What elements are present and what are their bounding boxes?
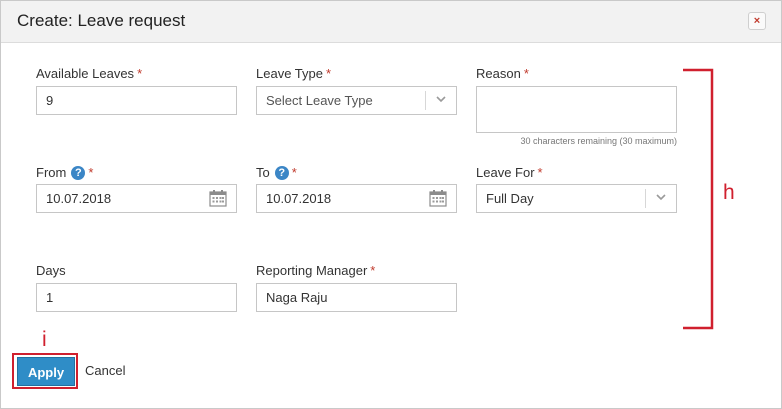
reporting-manager-value: Naga Raju	[266, 290, 328, 305]
reason-textarea[interactable]	[476, 86, 677, 133]
calendar-icon[interactable]	[209, 190, 227, 207]
callout-label-h: h	[723, 181, 735, 204]
available-leaves-value: 9	[46, 93, 54, 108]
required-marker: *	[88, 165, 94, 180]
reason-label-text: Reason	[476, 66, 521, 81]
apply-button[interactable]: Apply	[17, 357, 75, 386]
dialog-title: Create: Leave request	[17, 11, 186, 30]
required-marker: *	[137, 66, 143, 81]
available-leaves-label: Available Leaves *	[36, 66, 142, 81]
reason-label: Reason *	[476, 66, 529, 81]
select-divider	[425, 91, 426, 110]
chevron-down-icon	[436, 96, 446, 103]
reason-char-counter: 30 characters remaining (30 maximum)	[520, 136, 677, 146]
annotation-bracket	[683, 68, 714, 330]
close-icon: ×	[753, 15, 761, 27]
days-label: Days	[36, 263, 66, 278]
leave-for-select[interactable]: Full Day	[476, 184, 677, 213]
leave-for-label: Leave For *	[476, 165, 543, 180]
to-date-value: 10.07.2018	[266, 191, 332, 206]
select-divider	[645, 189, 646, 208]
to-label: To? *	[256, 165, 297, 180]
required-marker: *	[523, 66, 529, 81]
required-marker: *	[370, 263, 376, 278]
callout-label-i: i	[42, 328, 47, 351]
leave-for-value: Full Day	[486, 191, 534, 206]
help-icon[interactable]: ?	[71, 166, 86, 180]
days-value: 1	[46, 290, 54, 305]
calendar-icon[interactable]	[429, 190, 447, 207]
leave-type-select[interactable]: Select Leave Type	[256, 86, 457, 115]
reporting-manager-input[interactable]: Naga Raju	[256, 283, 457, 312]
from-date-value: 10.07.2018	[46, 191, 112, 206]
required-marker: *	[537, 165, 543, 180]
leave-type-label: Leave Type *	[256, 66, 331, 81]
leave-type-label-text: Leave Type	[256, 66, 323, 81]
leave-for-label-text: Leave For	[476, 165, 535, 180]
from-label: From? *	[36, 165, 93, 180]
dialog-header: Create: Leave request ×	[1, 1, 781, 43]
required-marker: *	[325, 66, 332, 81]
available-leaves-label-text: Available Leaves	[36, 66, 135, 81]
reporting-manager-label-text: Reporting Manager	[256, 263, 368, 278]
reporting-manager-label: Reporting Manager *	[256, 263, 375, 278]
from-label-text: From	[36, 165, 67, 180]
leave-request-dialog: Create: Leave request × Available Leaves…	[0, 0, 782, 409]
available-leaves-input[interactable]: 9	[36, 86, 237, 115]
close-button[interactable]: ×	[748, 12, 766, 30]
chevron-down-icon	[656, 194, 666, 201]
from-date-input[interactable]: 10.07.2018	[36, 184, 237, 213]
required-marker: *	[291, 165, 297, 180]
cancel-link[interactable]: Cancel	[85, 363, 125, 378]
to-label-text: To	[256, 165, 270, 180]
to-date-input[interactable]: 10.07.2018	[256, 184, 457, 213]
leave-type-placeholder: Select Leave Type	[266, 93, 373, 108]
help-icon[interactable]: ?	[274, 166, 289, 180]
days-input[interactable]: 1	[36, 283, 237, 312]
